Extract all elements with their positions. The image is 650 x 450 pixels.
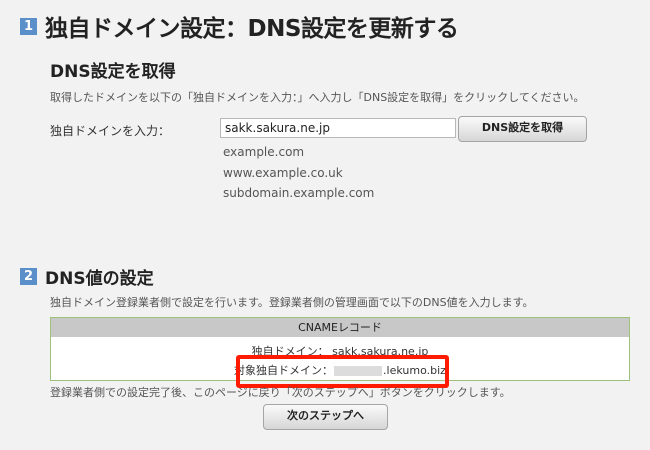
example-domain: www.example.co.uk	[223, 166, 343, 180]
dns-values-description: 独自ドメイン登録業者側で設定を行います。登録業者側の管理画面で以下のDNS値を入…	[50, 296, 534, 309]
step-2-heading: 2 DNS値の設定	[20, 264, 154, 289]
domain-input-label: 独自ドメインを入力：	[50, 124, 171, 138]
get-dns-settings-button[interactable]: DNS設定を取得	[458, 116, 587, 142]
cname-table-header: CNAMEレコード	[51, 318, 629, 337]
example-domain: subdomain.example.com	[223, 186, 375, 200]
step-2-badge: 2	[20, 268, 37, 285]
example-domain: example.com	[223, 145, 305, 159]
step-1-heading: 1 独自ドメイン設定：DNS設定を更新する	[20, 9, 459, 43]
step-1-badge: 1	[20, 17, 37, 35]
dns-values-title: DNS値の設定	[45, 269, 154, 289]
after-setup-description: 登録業者側での設定完了後、このページに戻り「次のステップへ」ボタンをクリックしま…	[50, 386, 511, 399]
domain-input[interactable]	[220, 118, 456, 138]
next-step-button[interactable]: 次のステップへ	[263, 404, 388, 430]
page-title: 独自ドメイン設定：DNS設定を更新する	[45, 16, 459, 42]
dns-get-subtitle: DNS設定を取得	[50, 62, 176, 82]
dns-get-description: 取得したドメインを以下の「独自ドメインを入力：」へ入力し「DNS設定を取得」をク…	[50, 91, 585, 104]
